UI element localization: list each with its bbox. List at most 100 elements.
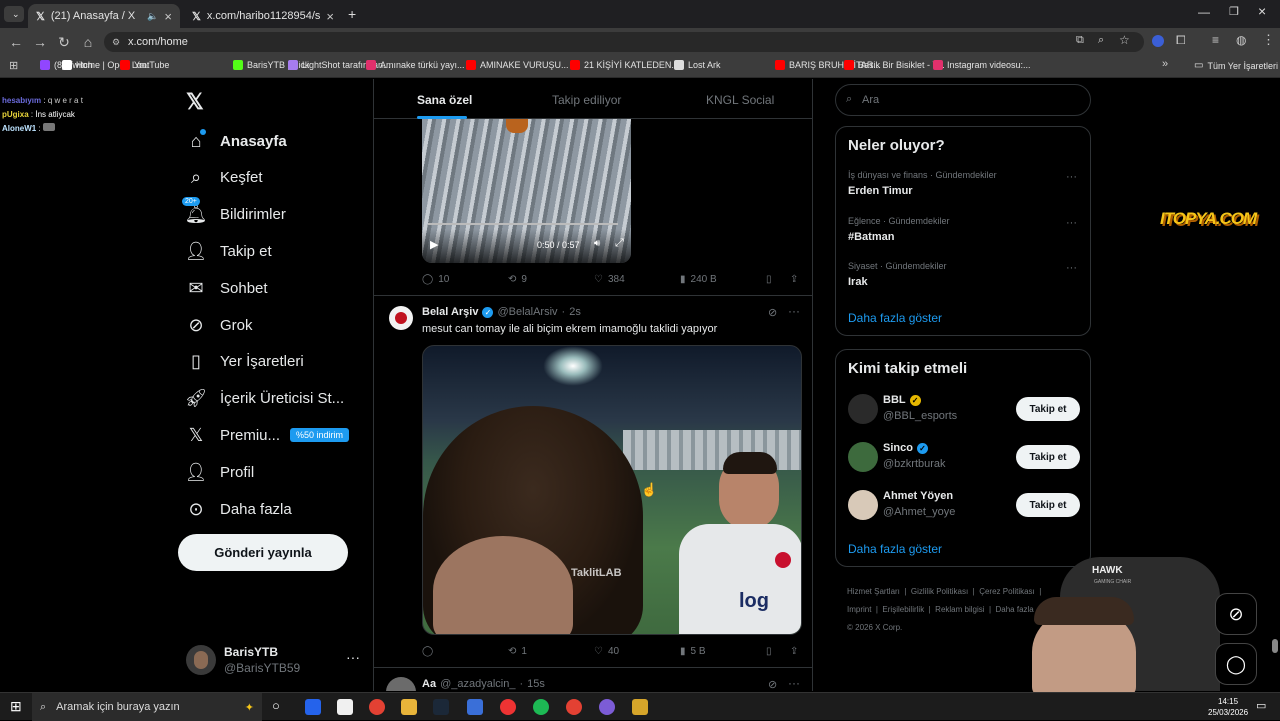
trends-show-more[interactable]: Daha fazla göster bbox=[848, 311, 942, 325]
repost-action[interactable]: ⟲ 9 bbox=[508, 274, 527, 285]
post-author-name[interactable]: Aa bbox=[422, 678, 436, 690]
search-input[interactable]: ⌕ Ara bbox=[835, 84, 1091, 116]
x-home-logo-icon[interactable]: 𝕏 bbox=[186, 89, 204, 115]
tab-search-button[interactable]: ⌄ bbox=[4, 6, 24, 22]
post-author-handle[interactable]: @BelalArsiv bbox=[497, 306, 557, 318]
footer-link[interactable]: Imprint bbox=[847, 605, 871, 614]
app-icon[interactable] bbox=[467, 699, 483, 715]
follow-avatar[interactable] bbox=[848, 442, 878, 472]
nav-item-rocket[interactable]: 🚀︎ İçerik Üreticisi St... bbox=[185, 385, 345, 413]
home-browser-icon[interactable]: ⌂ bbox=[76, 30, 100, 54]
close-window-icon[interactable]: × bbox=[1258, 3, 1266, 19]
follow-name-row[interactable]: Ahmet Yöyen bbox=[883, 490, 953, 502]
trend-title[interactable]: #Batman bbox=[848, 231, 894, 243]
bookmark-item[interactable]: Lost Ark bbox=[674, 60, 721, 70]
trend-more-icon[interactable]: ··· bbox=[1066, 217, 1077, 229]
nav-item-search[interactable]: ⌕ Keşfet bbox=[186, 164, 263, 192]
bookmark-item[interactable]: Amınake türkü yayı... bbox=[366, 60, 465, 70]
speaker-icon[interactable]: 🔈 bbox=[147, 11, 158, 22]
post-avatar[interactable] bbox=[386, 677, 416, 691]
share-action[interactable]: ⇪ bbox=[790, 646, 798, 657]
bookmark-action[interactable]: ▯ bbox=[766, 274, 772, 285]
footer-link[interactable]: Erişilebilirlik bbox=[882, 605, 924, 614]
bookmark-item[interactable]: Instagram videosu:... bbox=[933, 60, 1031, 70]
play-icon[interactable]: ▶ bbox=[430, 238, 438, 251]
like-action[interactable]: ♡ 384 bbox=[594, 274, 625, 285]
close-tab-icon[interactable]: × bbox=[326, 9, 334, 24]
steam-icon[interactable] bbox=[433, 699, 449, 715]
fullscreen-icon[interactable]: ⤢ bbox=[615, 237, 624, 250]
footer-link[interactable]: Hizmet Şartları bbox=[847, 587, 900, 596]
post-time[interactable]: 2s bbox=[569, 306, 581, 318]
cast-icon[interactable]: ⧉ bbox=[1076, 34, 1084, 47]
menu-kebab-icon[interactable]: ⋮ bbox=[1262, 32, 1275, 48]
nav-item-follow[interactable]: 👤︎ Takip et bbox=[185, 237, 272, 265]
tab-second[interactable]: 𝕏 x.com/haribo1128954/status/2 × bbox=[184, 4, 342, 28]
tab-for-you[interactable]: Sana özel bbox=[417, 93, 472, 107]
spotify-icon[interactable] bbox=[533, 699, 549, 715]
like-action[interactable]: ♡ 40 bbox=[594, 646, 619, 657]
nav-item-mail[interactable]: ✉ Sohbet bbox=[186, 274, 267, 302]
trend-title[interactable]: Erden Timur bbox=[848, 185, 913, 197]
address-bar[interactable]: ⚙ x.com/home bbox=[104, 32, 1144, 52]
grok-explain-icon[interactable]: ⊘ bbox=[768, 306, 777, 319]
follow-name-row[interactable]: Sinco ✓ bbox=[883, 442, 928, 454]
app-icon[interactable] bbox=[305, 699, 321, 715]
follow-button[interactable]: Takip et bbox=[1016, 493, 1080, 517]
trend-more-icon[interactable]: ··· bbox=[1066, 171, 1077, 183]
minimize-icon[interactable]: — bbox=[1198, 5, 1210, 19]
restore-icon[interactable]: ❐ bbox=[1229, 5, 1239, 18]
new-tab-icon[interactable]: + bbox=[348, 6, 356, 22]
post-author-handle[interactable]: @_azadyalcin_ bbox=[440, 678, 515, 690]
post-avatar[interactable] bbox=[389, 306, 413, 330]
views-action[interactable]: ▮ 240 B bbox=[680, 274, 717, 285]
chrome-icon[interactable] bbox=[566, 699, 582, 715]
app-icon[interactable] bbox=[599, 699, 615, 715]
account-menu-icon[interactable]: ··· bbox=[346, 649, 360, 665]
post-more-icon[interactable]: ··· bbox=[788, 676, 800, 690]
views-action[interactable]: ▮ 5 B bbox=[680, 646, 706, 657]
share-action[interactable]: ⇪ bbox=[790, 274, 798, 285]
bookmark-action[interactable]: ▯ bbox=[766, 646, 772, 657]
bookmark-item[interactable]: Basik Bir Bisiklet - Y... bbox=[844, 60, 945, 70]
tab-following[interactable]: Takip ediliyor bbox=[552, 93, 621, 107]
clock[interactable]: 14:15 25/03/2026 bbox=[1208, 696, 1248, 718]
back-icon[interactable]: ← bbox=[4, 30, 28, 54]
footer-link[interactable]: Gizlilik Politikası bbox=[911, 587, 968, 596]
puzzle-icon[interactable]: ⧠ bbox=[1176, 33, 1186, 48]
footer-link[interactable]: Çerez Politikası bbox=[979, 587, 1035, 596]
nav-item-bookmark[interactable]: ▯ Yer İşaretleri bbox=[186, 348, 304, 376]
footer-link[interactable]: Reklam bilgisi bbox=[935, 605, 984, 614]
trend-more-icon[interactable]: ··· bbox=[1066, 262, 1077, 274]
nav-item-person[interactable]: 👤︎ Profil bbox=[185, 458, 255, 486]
grok-float-icon[interactable]: ⊘ bbox=[1215, 593, 1257, 635]
profile-icon[interactable]: ◍ bbox=[1236, 33, 1246, 47]
notification-icon[interactable]: ▭ bbox=[1256, 699, 1266, 712]
nav-item-more-circle[interactable]: ⊙ Daha fazla bbox=[186, 495, 291, 523]
scrollbar-thumb[interactable] bbox=[1272, 639, 1278, 653]
tab-kngl-social[interactable]: KNGL Social bbox=[706, 93, 774, 107]
extension-icon[interactable] bbox=[1152, 35, 1164, 47]
nav-item-x[interactable]: 𝕏 Premiu... %50 indirim bbox=[186, 421, 350, 449]
post-time[interactable]: 15s bbox=[527, 678, 545, 690]
bookmark-item[interactable]: 21 KİŞİYİ KATLEDEN... bbox=[570, 60, 679, 70]
post-more-icon[interactable]: ··· bbox=[788, 304, 800, 318]
follow-avatar[interactable] bbox=[848, 490, 878, 520]
who-show-more[interactable]: Daha fazla göster bbox=[848, 542, 942, 556]
reply-action[interactable]: ◯ 10 bbox=[422, 274, 449, 285]
app-icon[interactable] bbox=[500, 699, 516, 715]
reload-icon[interactable]: ↻ bbox=[52, 30, 76, 54]
media-icon[interactable]: ≡ bbox=[1212, 33, 1219, 47]
post-button[interactable]: Gönderi yayınla bbox=[178, 534, 348, 571]
app-icon[interactable] bbox=[632, 699, 648, 715]
follow-button[interactable]: Takip et bbox=[1016, 445, 1080, 469]
volume-icon[interactable]: 🔊︎ bbox=[594, 238, 600, 249]
star-icon[interactable]: ☆ bbox=[1119, 33, 1130, 47]
apps-grid-icon[interactable]: ⊞ bbox=[9, 59, 18, 72]
post-video[interactable]: log TaklitLAB ☝ bbox=[422, 345, 802, 635]
forward-icon[interactable]: → bbox=[28, 30, 52, 54]
post-author-name[interactable]: Belal Arşiv bbox=[422, 306, 478, 318]
follow-name-row[interactable]: BBL ✓ bbox=[883, 394, 921, 406]
app-icon[interactable] bbox=[337, 699, 353, 715]
follow-button[interactable]: Takip et bbox=[1016, 397, 1080, 421]
